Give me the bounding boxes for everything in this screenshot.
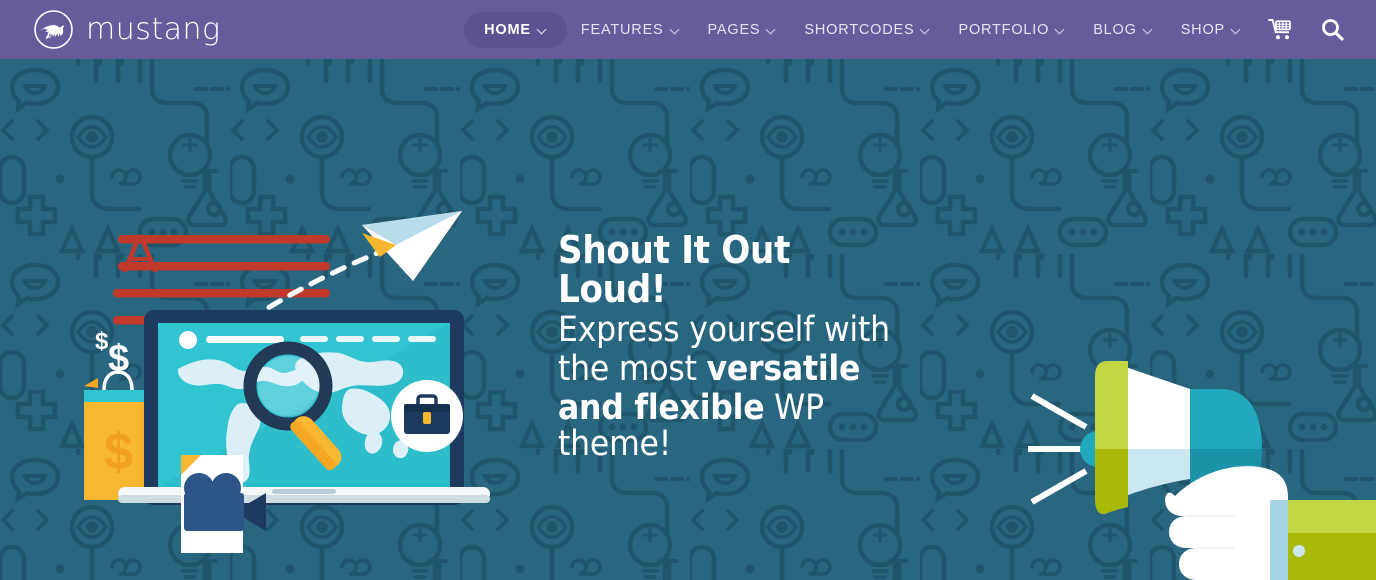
hero-section: A $ $ $ Shout It Out Loud! Express yours… <box>0 59 1376 580</box>
headline-line-3-plain: the most <box>558 349 707 390</box>
shopping-cart-icon[interactable] <box>1255 10 1307 50</box>
chevron-down-icon <box>538 25 547 34</box>
headline-line-4: and flexible WP theme! <box>558 390 898 462</box>
headline-line-3-bold: versatile <box>706 349 861 390</box>
nav-label: BLOG <box>1093 21 1137 38</box>
chevron-down-icon <box>1144 25 1153 34</box>
chevron-down-icon <box>1232 25 1241 34</box>
nav-label: SHORTCODES <box>804 21 915 38</box>
main-navigation: HOME FEATURES PAGES SHORTCODES PORTFOLIO… <box>464 9 1358 50</box>
site-logo[interactable]: mustang <box>30 6 221 53</box>
nav-label: HOME <box>484 21 531 38</box>
nav-item-shop[interactable]: SHOP <box>1167 13 1255 47</box>
hand-icon <box>1165 466 1288 580</box>
site-header: mustang HOME FEATURES PAGES SHORTCODES P… <box>0 0 1376 59</box>
headline-line-2: Express yourself with <box>558 310 890 351</box>
chevron-down-icon <box>1056 25 1065 34</box>
nav-item-pages[interactable]: PAGES <box>694 13 791 47</box>
chevron-down-icon <box>921 25 930 34</box>
headline-line-1: Shout It Out Loud! <box>558 228 791 312</box>
nav-label: FEATURES <box>580 21 664 38</box>
nav-item-features[interactable]: FEATURES <box>567 13 694 47</box>
mustang-horse-icon <box>30 6 77 53</box>
nav-item-blog[interactable]: BLOG <box>1079 13 1167 47</box>
nav-label: PAGES <box>707 21 761 38</box>
nav-item-home[interactable]: HOME <box>464 11 567 48</box>
search-icon[interactable] <box>1307 9 1358 50</box>
hero-headline: Shout It Out Loud! Express yourself with… <box>558 228 898 462</box>
brand-name: mustang <box>86 12 221 47</box>
chevron-down-icon <box>671 25 680 34</box>
chevron-down-icon <box>767 25 776 34</box>
headline-line-3: the most versatile <box>558 351 898 387</box>
nav-item-portfolio[interactable]: PORTFOLIO <box>944 13 1079 47</box>
nav-label: PORTFOLIO <box>958 21 1050 38</box>
nav-label: SHOP <box>1180 21 1225 38</box>
nav-item-shortcodes[interactable]: SHORTCODES <box>790 13 944 47</box>
sleeve-icon <box>1270 500 1376 580</box>
page-root: mustang HOME FEATURES PAGES SHORTCODES P… <box>0 0 1376 580</box>
headline-line-4-bold: and flexible <box>558 388 765 429</box>
